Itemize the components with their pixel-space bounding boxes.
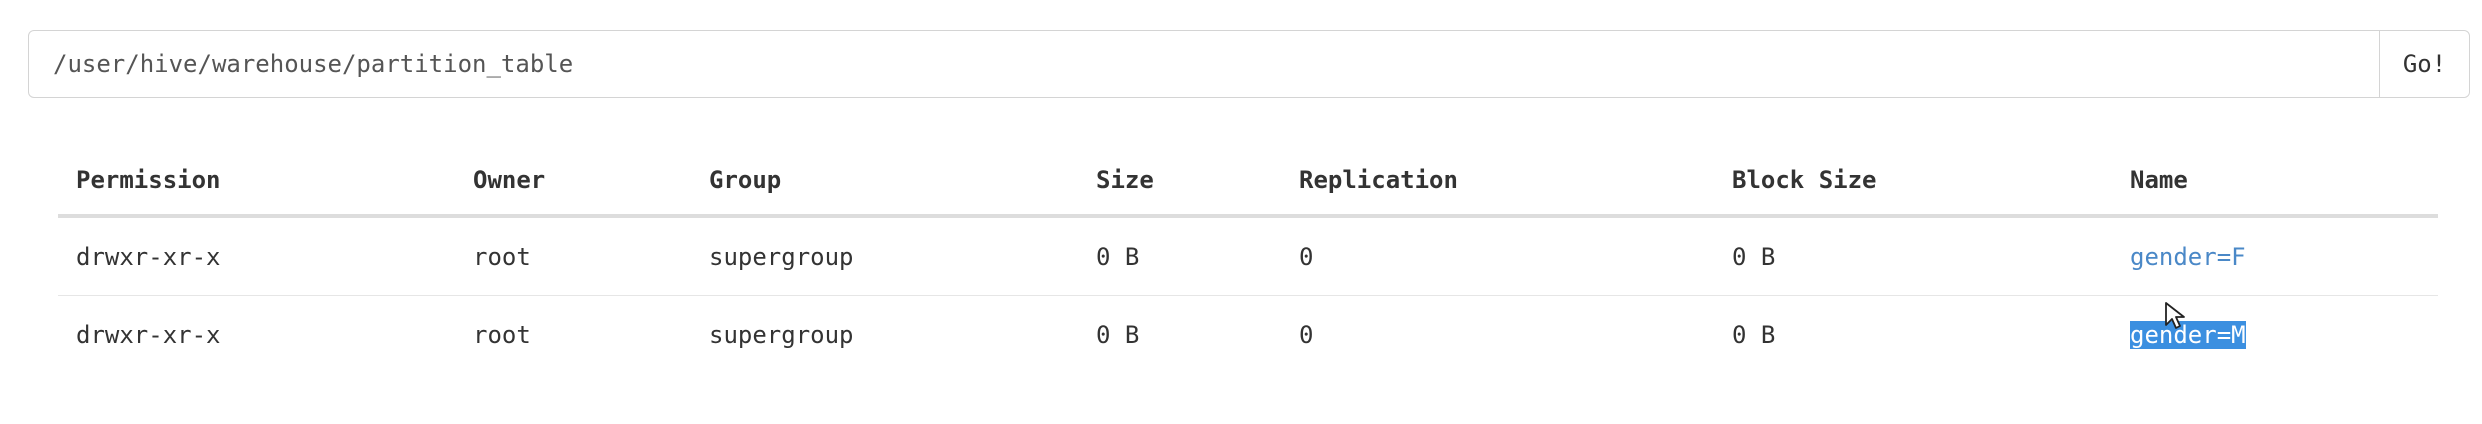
header-permission[interactable]: Permission	[58, 146, 455, 218]
cell-group: supergroup	[691, 216, 1078, 296]
header-group[interactable]: Group	[691, 146, 1078, 218]
cell-size: 0 B	[1078, 216, 1281, 296]
cell-name: gender=M	[2112, 296, 2438, 374]
cell-replication: 0	[1299, 320, 1314, 349]
mouse-pointer-icon	[2165, 302, 2185, 329]
header-owner[interactable]: Owner	[455, 146, 691, 218]
path-input[interactable]	[29, 31, 2379, 97]
path-bar: Go!	[28, 30, 2470, 98]
cell-owner: root	[473, 320, 531, 349]
cell-replication: 0	[1281, 216, 1714, 296]
header-size[interactable]: Size	[1078, 146, 1281, 218]
cell-permission: drwxr-xr-x	[76, 320, 221, 349]
cell-size: 0 B	[1096, 320, 1140, 349]
cell-name: gender=F	[2112, 216, 2438, 296]
cell-owner: root	[455, 216, 691, 296]
cell-group: supergroup	[709, 320, 854, 349]
header-name[interactable]: Name	[2112, 146, 2438, 218]
directory-link-gender-f[interactable]: gender=F	[2130, 243, 2246, 271]
table-row: drwxr-xr-x root supergroup 0 B 0 0 B gen…	[58, 296, 2438, 374]
header-replication[interactable]: Replication	[1281, 146, 1714, 218]
cell-block-size: 0 B	[1714, 216, 2112, 296]
table-row: drwxr-xr-x root supergroup 0 B 0 0 B gen…	[58, 216, 2438, 296]
cell-block-size: 0 B	[1732, 320, 1776, 349]
go-button[interactable]: Go!	[2379, 31, 2469, 97]
file-listing-table: Permission Owner Group Size Replication …	[58, 146, 2438, 373]
table-header-row: Permission Owner Group Size Replication …	[58, 146, 2438, 218]
cell-permission: drwxr-xr-x	[58, 216, 455, 296]
header-block-size[interactable]: Block Size	[1714, 146, 2112, 218]
